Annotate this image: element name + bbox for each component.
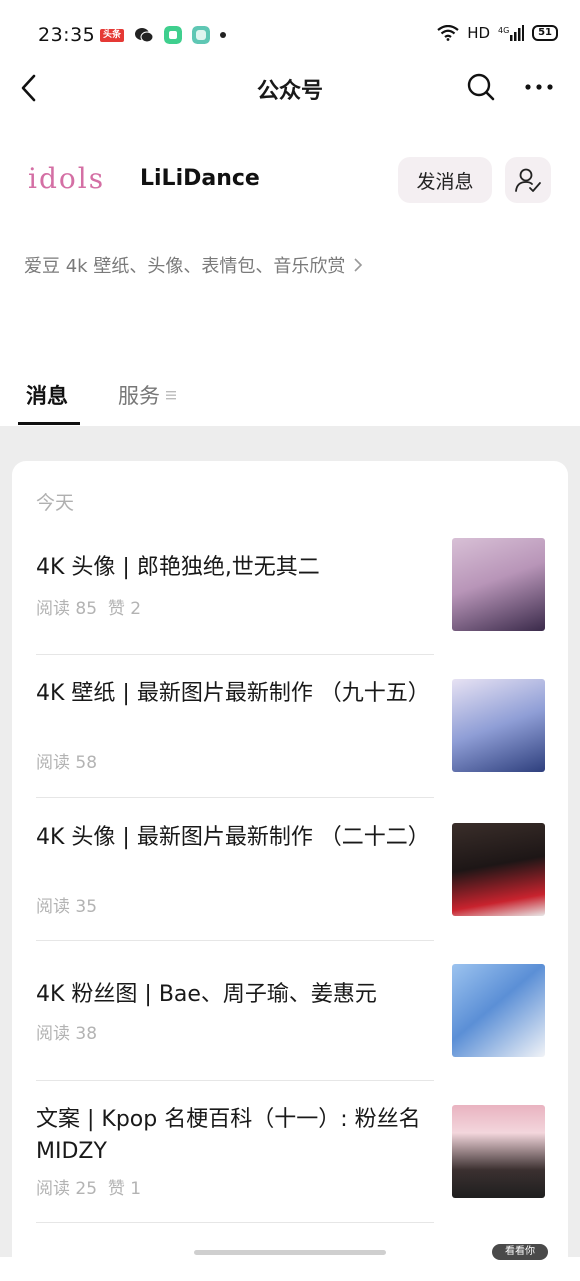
read-count: 阅读 35: [36, 897, 98, 917]
divider: [36, 940, 434, 941]
divider: [36, 797, 434, 798]
article-thumbnail: [452, 823, 545, 916]
article-item[interactable]: 4K 壁纸 | 最新图片最新制作 （九十五） 阅读 58: [36, 678, 546, 788]
divider: [36, 1080, 434, 1081]
article-item[interactable]: 4K 粉丝图 | Bae、周子瑜、姜惠元 阅读 38: [36, 963, 546, 1063]
signal-4g-text: 4G: [498, 26, 509, 35]
article-item[interactable]: 4K 头像 | 郎艳独绝,世无其二 阅读 85 赞 2: [36, 536, 546, 636]
article-thumbnail: [452, 679, 545, 772]
status-time: 23:35: [38, 24, 96, 46]
article-thumbnail: [452, 538, 545, 631]
read-count: 阅读 58: [36, 753, 98, 773]
divider: [36, 654, 434, 655]
toutiao-icon: 头条: [100, 28, 125, 42]
notification-icons: 头条: [100, 26, 227, 44]
account-description[interactable]: 爱豆 4k 壁纸、头像、表情包、音乐欣赏: [24, 252, 363, 278]
user-check-icon: [515, 168, 541, 192]
article-meta: 阅读 25 赞 1: [36, 1174, 141, 1199]
article-thumbnail: [452, 964, 545, 1057]
read-count: 阅读 38: [36, 1024, 98, 1044]
followed-button[interactable]: [505, 157, 551, 203]
tab-messages[interactable]: 消息: [26, 380, 68, 410]
send-message-button[interactable]: 发消息: [398, 157, 492, 203]
network-hd-label: HD: [467, 24, 491, 42]
article-thumbnail: [452, 1105, 545, 1198]
floating-pill[interactable]: 看看你: [492, 1244, 548, 1260]
article-meta: 阅读 85 赞 2: [36, 594, 141, 619]
like-count: 赞 2: [107, 599, 142, 619]
tab-services-label: 服务: [118, 384, 160, 408]
more-notifications-dot: [220, 32, 227, 38]
article-title: 文案 | Kpop 名梗百科（十一）: 粉丝名 MIDZY: [36, 1107, 421, 1164]
article-meta: 阅读 35: [36, 892, 97, 917]
account-name: LiLiDance: [140, 166, 260, 191]
account-description-text: 爱豆 4k 壁纸、头像、表情包、音乐欣赏: [24, 256, 346, 277]
article-item[interactable]: 4K 头像 | 最新图片最新制作 （二十二） 阅读 35: [36, 822, 546, 932]
article-meta: 阅读 38: [36, 1019, 97, 1044]
menu-lines-icon: [166, 391, 176, 400]
read-count: 阅读 85: [36, 599, 98, 619]
chevron-right-icon: [354, 258, 363, 272]
search-icon[interactable]: [466, 72, 496, 102]
active-tab-indicator: [18, 422, 80, 425]
app-mint-icon: [192, 26, 211, 44]
like-count: 赞 1: [107, 1179, 142, 1199]
wifi-icon: [437, 25, 459, 41]
app-green-icon: [164, 26, 183, 44]
article-title: 4K 粉丝图 | Bae、周子瑜、姜惠元: [36, 982, 377, 1007]
article-item[interactable]: 文案 | Kpop 名梗百科（十一）: 粉丝名 MIDZY 阅读 25 赞 1: [36, 1104, 546, 1214]
article-title: 4K 头像 | 最新图片最新制作 （二十二）: [36, 825, 430, 850]
more-options-icon[interactable]: [524, 76, 554, 98]
home-indicator[interactable]: [194, 1250, 386, 1255]
cell-signal-icon: 4G: [498, 25, 525, 41]
tab-bar: 消息 服务: [0, 370, 580, 426]
read-count: 阅读 25: [36, 1179, 98, 1199]
article-title: 4K 头像 | 郎艳独绝,世无其二: [36, 555, 320, 580]
account-logo[interactable]: idols: [28, 162, 105, 195]
wechat-icon: [135, 28, 154, 43]
article-title: 4K 壁纸 | 最新图片最新制作 （九十五）: [36, 681, 430, 706]
battery-icon: 51: [532, 25, 558, 41]
date-label: 今天: [36, 492, 75, 514]
article-meta: 阅读 58: [36, 748, 97, 773]
divider: [36, 1222, 434, 1223]
tab-services[interactable]: 服务: [118, 380, 176, 410]
nav-bar: 公众号: [0, 60, 580, 116]
system-status: HD 4G 51: [437, 24, 558, 42]
account-header: idols LiLiDance 发消息: [0, 150, 580, 214]
